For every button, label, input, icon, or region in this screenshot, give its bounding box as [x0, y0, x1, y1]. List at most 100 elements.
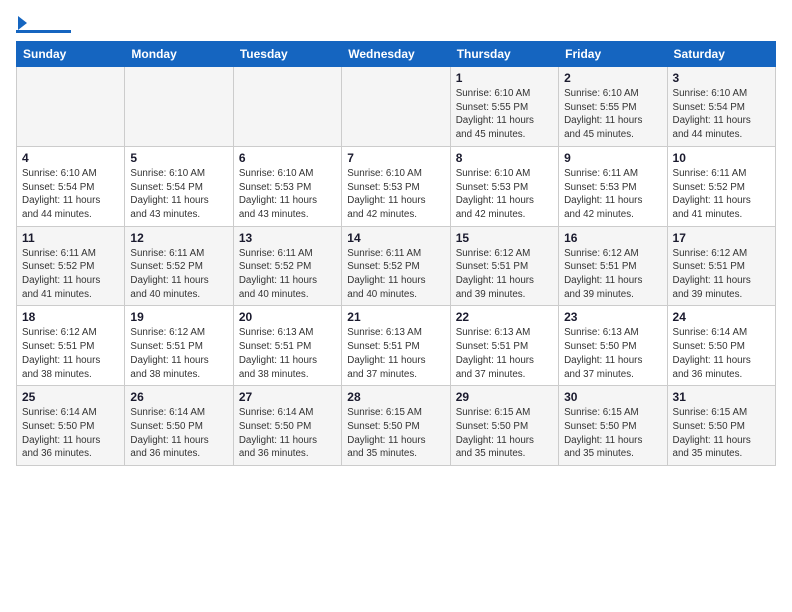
day-number: 11 [22, 231, 119, 245]
day-info: Sunrise: 6:15 AM Sunset: 5:50 PM Dayligh… [673, 406, 770, 461]
calendar-cell: 10 Sunrise: 6:11 AM Sunset: 5:52 PM Dayli… [667, 146, 775, 226]
calendar-cell: 29 Sunrise: 6:15 AM Sunset: 5:50 PM Dayli… [450, 386, 558, 466]
calendar-cell: 21 Sunrise: 6:13 AM Sunset: 5:51 PM Dayli… [342, 306, 450, 386]
calendar-cell [125, 67, 233, 147]
day-info: Sunrise: 6:11 AM Sunset: 5:52 PM Dayligh… [22, 247, 119, 302]
day-number: 9 [564, 151, 661, 165]
day-number: 7 [347, 151, 444, 165]
calendar-cell: 15 Sunrise: 6:12 AM Sunset: 5:51 PM Dayli… [450, 226, 558, 306]
day-info: Sunrise: 6:12 AM Sunset: 5:51 PM Dayligh… [22, 326, 119, 381]
weekday-header-sunday: Sunday [17, 42, 125, 67]
day-info: Sunrise: 6:14 AM Sunset: 5:50 PM Dayligh… [130, 406, 227, 461]
calendar-cell: 1 Sunrise: 6:10 AM Sunset: 5:55 PM Daylig… [450, 67, 558, 147]
day-number: 3 [673, 71, 770, 85]
day-number: 1 [456, 71, 553, 85]
day-number: 10 [673, 151, 770, 165]
calendar-cell: 8Sunrise: 6:10 AM Sunset: 5:53 PM Daylig… [450, 146, 558, 226]
day-info: Sunrise: 6:12 AM Sunset: 5:51 PM Dayligh… [456, 247, 553, 302]
calendar-cell: 5 Sunrise: 6:10 AM Sunset: 5:54 PM Daylig… [125, 146, 233, 226]
day-number: 24 [673, 310, 770, 324]
calendar-cell [233, 67, 341, 147]
weekday-header-tuesday: Tuesday [233, 42, 341, 67]
calendar-cell: 11 Sunrise: 6:11 AM Sunset: 5:52 PM Dayli… [17, 226, 125, 306]
day-info: Sunrise: 6:14 AM Sunset: 5:50 PM Dayligh… [673, 326, 770, 381]
day-info: Sunrise: 6:10 AM Sunset: 5:53 PM Dayligh… [239, 167, 336, 222]
calendar-cell: 28 Sunrise: 6:15 AM Sunset: 5:50 PM Dayli… [342, 386, 450, 466]
day-info: Sunrise: 6:15 AM Sunset: 5:50 PM Dayligh… [456, 406, 553, 461]
day-number: 13 [239, 231, 336, 245]
calendar-cell: 20 Sunrise: 6:13 AM Sunset: 5:51 PM Dayli… [233, 306, 341, 386]
day-info: Sunrise: 6:13 AM Sunset: 5:51 PM Dayligh… [456, 326, 553, 381]
day-info: Sunrise: 6:14 AM Sunset: 5:50 PM Dayligh… [22, 406, 119, 461]
weekday-header-thursday: Thursday [450, 42, 558, 67]
calendar-cell: 22 Sunrise: 6:13 AM Sunset: 5:51 PM Dayli… [450, 306, 558, 386]
calendar-cell: 12 Sunrise: 6:11 AM Sunset: 5:52 PM Dayli… [125, 226, 233, 306]
calendar-cell [17, 67, 125, 147]
weekday-header-friday: Friday [559, 42, 667, 67]
calendar-cell: 24 Sunrise: 6:14 AM Sunset: 5:50 PM Dayli… [667, 306, 775, 386]
day-number: 23 [564, 310, 661, 324]
day-number: 19 [130, 310, 227, 324]
day-number: 12 [130, 231, 227, 245]
calendar-cell: 19 Sunrise: 6:12 AM Sunset: 5:51 PM Dayli… [125, 306, 233, 386]
day-info: Sunrise: 6:13 AM Sunset: 5:51 PM Dayligh… [239, 326, 336, 381]
day-info: Sunrise: 6:10 AM Sunset: 5:55 PM Dayligh… [456, 87, 553, 142]
day-number: 28 [347, 390, 444, 404]
calendar-cell: 17 Sunrise: 6:12 AM Sunset: 5:51 PM Dayli… [667, 226, 775, 306]
day-info: Sunrise: 6:10 AM Sunset: 5:54 PM Dayligh… [673, 87, 770, 142]
day-info: Sunrise: 6:11 AM Sunset: 5:52 PM Dayligh… [130, 247, 227, 302]
weekday-header-monday: Monday [125, 42, 233, 67]
calendar-cell: 4Sunrise: 6:10 AM Sunset: 5:54 PM Daylig… [17, 146, 125, 226]
day-number: 17 [673, 231, 770, 245]
day-number: 2 [564, 71, 661, 85]
day-info: Sunrise: 6:14 AM Sunset: 5:50 PM Dayligh… [239, 406, 336, 461]
day-number: 16 [564, 231, 661, 245]
day-info: Sunrise: 6:11 AM Sunset: 5:52 PM Dayligh… [673, 167, 770, 222]
day-info: Sunrise: 6:12 AM Sunset: 5:51 PM Dayligh… [130, 326, 227, 381]
calendar-cell: 2 Sunrise: 6:10 AM Sunset: 5:55 PM Daylig… [559, 67, 667, 147]
calendar-cell: 7 Sunrise: 6:10 AM Sunset: 5:53 PM Daylig… [342, 146, 450, 226]
day-info: Sunrise: 6:13 AM Sunset: 5:50 PM Dayligh… [564, 326, 661, 381]
calendar-cell: 30 Sunrise: 6:15 AM Sunset: 5:50 PM Dayli… [559, 386, 667, 466]
day-info: Sunrise: 6:10 AM Sunset: 5:55 PM Dayligh… [564, 87, 661, 142]
day-info: Sunrise: 6:11 AM Sunset: 5:52 PM Dayligh… [347, 247, 444, 302]
calendar-table: SundayMondayTuesdayWednesdayThursdayFrid… [16, 41, 776, 466]
day-number: 21 [347, 310, 444, 324]
day-number: 20 [239, 310, 336, 324]
day-info: Sunrise: 6:10 AM Sunset: 5:53 PM Dayligh… [347, 167, 444, 222]
calendar-cell [342, 67, 450, 147]
calendar-cell: 25 Sunrise: 6:14 AM Sunset: 5:50 PM Dayli… [17, 386, 125, 466]
day-number: 22 [456, 310, 553, 324]
calendar-cell: 9 Sunrise: 6:11 AM Sunset: 5:53 PM Daylig… [559, 146, 667, 226]
day-number: 26 [130, 390, 227, 404]
day-number: 15 [456, 231, 553, 245]
calendar-cell: 6 Sunrise: 6:10 AM Sunset: 5:53 PM Daylig… [233, 146, 341, 226]
day-info: Sunrise: 6:15 AM Sunset: 5:50 PM Dayligh… [347, 406, 444, 461]
day-number: 30 [564, 390, 661, 404]
calendar-cell: 16 Sunrise: 6:12 AM Sunset: 5:51 PM Dayli… [559, 226, 667, 306]
day-info: Sunrise: 6:10 AM Sunset: 5:54 PM Dayligh… [22, 167, 119, 222]
day-number: 29 [456, 390, 553, 404]
logo [16, 16, 71, 33]
day-info: Sunrise: 6:12 AM Sunset: 5:51 PM Dayligh… [564, 247, 661, 302]
day-number: 6 [239, 151, 336, 165]
calendar-cell: 14 Sunrise: 6:11 AM Sunset: 5:52 PM Dayli… [342, 226, 450, 306]
calendar-cell: 31 Sunrise: 6:15 AM Sunset: 5:50 PM Dayli… [667, 386, 775, 466]
day-info: Sunrise: 6:13 AM Sunset: 5:51 PM Dayligh… [347, 326, 444, 381]
weekday-header-saturday: Saturday [667, 42, 775, 67]
day-number: 31 [673, 390, 770, 404]
day-info: Sunrise: 6:12 AM Sunset: 5:51 PM Dayligh… [673, 247, 770, 302]
day-info: Sunrise: 6:11 AM Sunset: 5:53 PM Dayligh… [564, 167, 661, 222]
day-number: 5 [130, 151, 227, 165]
day-number: 14 [347, 231, 444, 245]
page-header [16, 16, 776, 33]
day-number: 8 [456, 151, 553, 165]
day-info: Sunrise: 6:10 AM Sunset: 5:54 PM Dayligh… [130, 167, 227, 222]
day-info: Sunrise: 6:11 AM Sunset: 5:52 PM Dayligh… [239, 247, 336, 302]
calendar-cell: 23 Sunrise: 6:13 AM Sunset: 5:50 PM Dayli… [559, 306, 667, 386]
day-number: 25 [22, 390, 119, 404]
calendar-cell: 3 Sunrise: 6:10 AM Sunset: 5:54 PM Daylig… [667, 67, 775, 147]
day-info: Sunrise: 6:15 AM Sunset: 5:50 PM Dayligh… [564, 406, 661, 461]
calendar-cell: 27 Sunrise: 6:14 AM Sunset: 5:50 PM Dayli… [233, 386, 341, 466]
day-number: 27 [239, 390, 336, 404]
